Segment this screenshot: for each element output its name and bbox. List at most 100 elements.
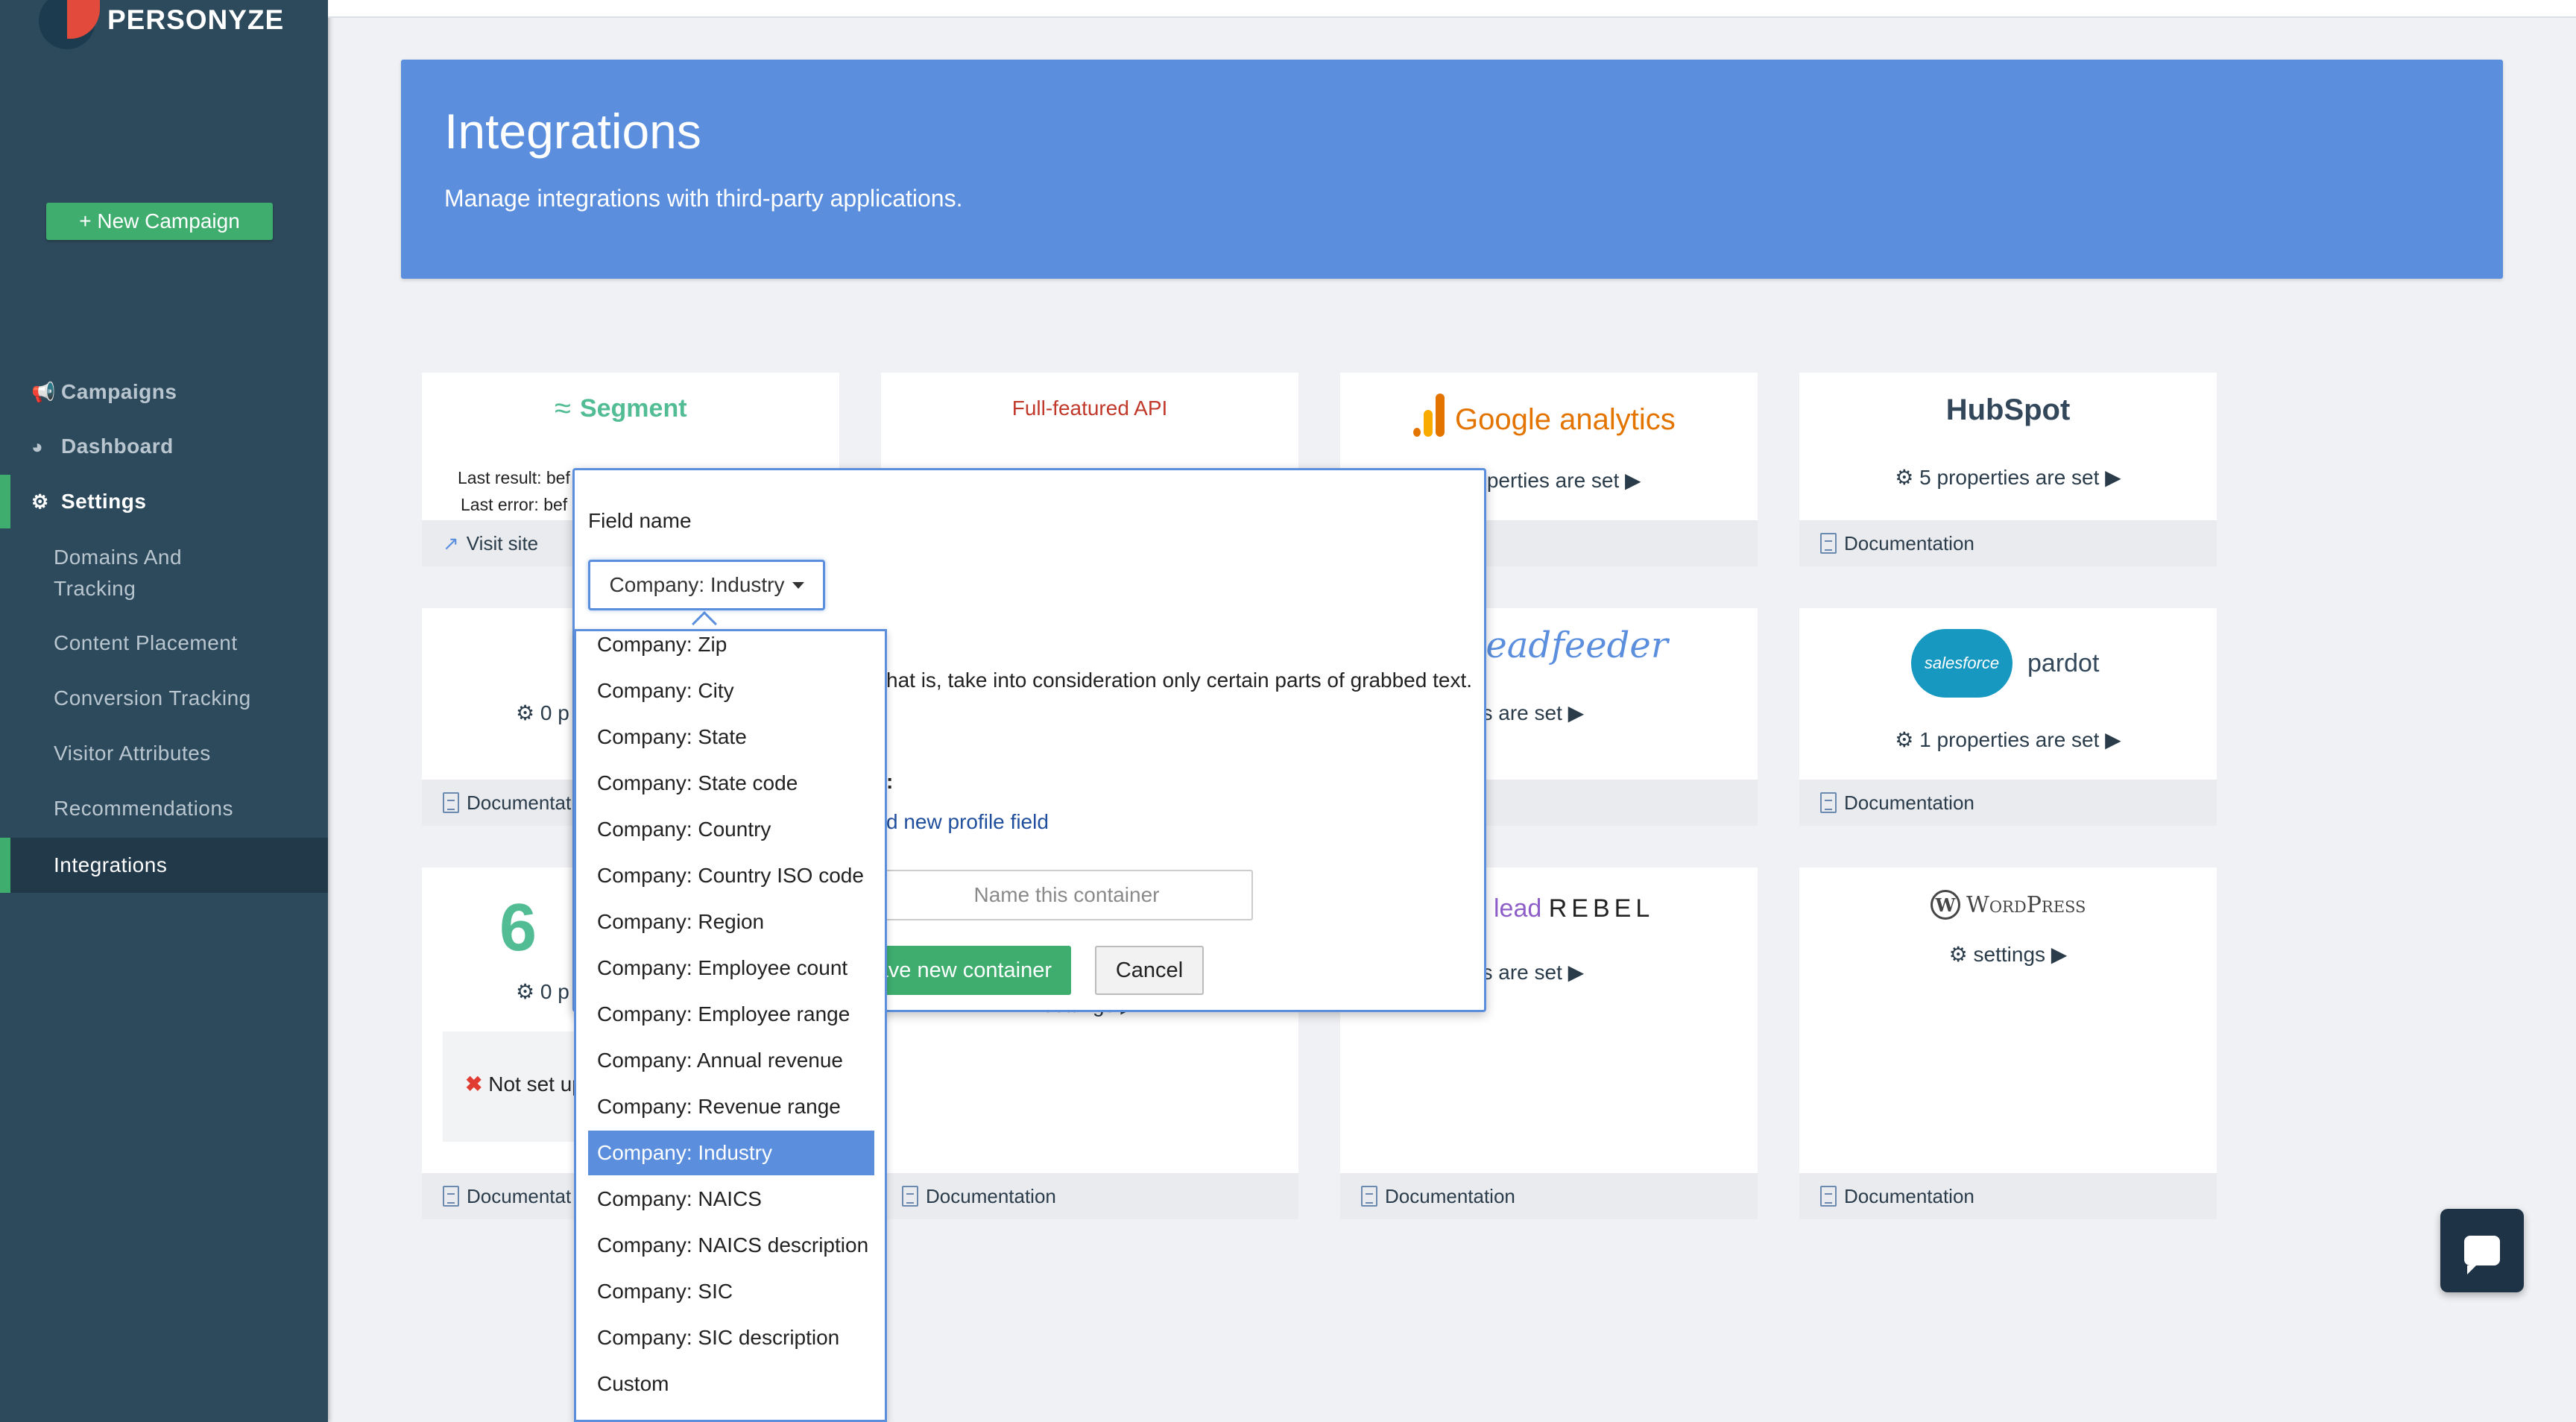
sidebar-sub-label: Integrations: [54, 853, 168, 876]
dropdown-option[interactable]: Company: Annual revenue: [588, 1038, 874, 1083]
documentation-link[interactable]: Documentat: [467, 791, 571, 815]
pardot-footer: Documentation: [1799, 780, 2217, 826]
sidebar-sub-visitor-attributes[interactable]: Visitor Attributes: [54, 738, 211, 769]
dropdown-option-selected[interactable]: Company: Industry: [588, 1131, 874, 1175]
gears-icon: ⚙: [516, 980, 540, 1003]
dropdown-selected-value: Company: Industry: [609, 573, 785, 596]
row3-left-status: ✖ Not set up: [465, 1072, 584, 1096]
sidebar-item-campaigns[interactable]: 📢 Campaigns: [0, 365, 328, 419]
dropdown-option[interactable]: Company: Zip: [588, 631, 874, 667]
hubspot-properties-text: 5 properties are set ▶: [1919, 466, 2121, 489]
dropdown-option[interactable]: Company: Country: [588, 807, 874, 852]
status-text: Not set up: [488, 1072, 584, 1096]
pardot-properties-text: 1 properties are set ▶: [1919, 728, 2121, 751]
pardot-logo: salesforce pardot: [1911, 629, 2099, 698]
top-bar: [328, 0, 2576, 18]
dropdown-option[interactable]: Company: Revenue range: [588, 1084, 874, 1129]
chat-bubble-icon: [2464, 1236, 2500, 1274]
dashboard-icon: ◕: [31, 434, 44, 458]
dropdown-option[interactable]: Company: Country ISO code: [588, 853, 874, 898]
leadrebel-logo: lead REBEL: [1494, 894, 1654, 923]
sidebar-item-settings[interactable]: ⚙ Settings: [0, 475, 328, 528]
gears-icon: ⚙: [1895, 728, 1920, 751]
dropdown-option[interactable]: Company: SIC: [588, 1269, 874, 1314]
dropdown-option[interactable]: Company: Region: [588, 900, 874, 944]
api-title: Full-featured API: [1011, 396, 1168, 420]
analytics-bars-icon: [1413, 394, 1445, 437]
documentation-link[interactable]: Documentation: [1385, 1185, 1515, 1208]
dropdown-option[interactable]: Company: Employee count: [588, 946, 874, 990]
documentation-link[interactable]: Documentation: [1844, 791, 1974, 815]
hubspot-properties-link[interactable]: ⚙ 5 properties are set ▶: [1799, 465, 2217, 490]
page-header: Integrations Manage integrations with th…: [401, 60, 2503, 279]
wordpress-name: WordPress: [1966, 891, 2086, 918]
wordpress-footer: Documentation: [1799, 1173, 2217, 1219]
save-container-button[interactable]: ave new container: [873, 946, 1071, 995]
sidebar-sub-content-placement[interactable]: Content Placement: [54, 628, 238, 659]
segment-last-error: Last error: bef: [461, 495, 568, 514]
personyze-logo-icon[interactable]: [39, 0, 104, 52]
add-profile-field-link[interactable]: d new profile field: [886, 810, 1049, 834]
document-icon: [902, 1186, 918, 1207]
dropdown-option[interactable]: Company: City: [588, 669, 874, 713]
row3-left-props-text: 0 p: [540, 980, 569, 1003]
row3-left-logo-icon: 6: [499, 891, 537, 965]
dropdown-option[interactable]: Company: SIC description: [588, 1315, 874, 1360]
dropdown-option[interactable]: Company: NAICS: [588, 1177, 874, 1222]
field-name-dropdown[interactable]: Company: Industry: [588, 560, 825, 610]
row3-left-properties[interactable]: ⚙ 0 p: [516, 979, 569, 1004]
card-hubspot: HubSpot ⚙ 5 properties are set ▶ Documen…: [1799, 373, 2217, 566]
gears-icon: ⚙: [1895, 466, 1920, 489]
wordpress-logo: W WordPress: [1931, 890, 2086, 920]
sidebar-item-dashboard[interactable]: ◕ Dashboard: [0, 420, 328, 473]
sidebar-sub-integrations[interactable]: Integrations: [0, 838, 328, 893]
field-colon: :: [886, 770, 894, 793]
chat-button[interactable]: [2440, 1209, 2524, 1292]
leadrebel-footer: Documentation: [1340, 1173, 1758, 1219]
sidebar: PERSONYZE + New Campaign 📢 Campaigns ◕ D…: [0, 0, 328, 1422]
page-title: Integrations: [444, 104, 701, 159]
pardot-properties-link[interactable]: ⚙ 1 properties are set ▶: [1799, 727, 2217, 752]
dropdown-option[interactable]: Company: NAICS description: [588, 1223, 874, 1268]
dropdown-option[interactable]: Company: State: [588, 715, 874, 759]
hubspot-name: HubSpot: [1945, 394, 2071, 426]
documentation-link[interactable]: Documentat: [467, 1185, 571, 1208]
help-text: hat is, take into consideration only cer…: [886, 669, 1473, 692]
dropdown-option[interactable]: Company: State code: [588, 761, 874, 806]
pardot-name: pardot: [2027, 648, 2100, 677]
sidebar-sub-domains-tracking[interactable]: Domains And Tracking: [54, 542, 233, 604]
documentation-link[interactable]: Documentation: [1844, 1185, 1974, 1208]
row2-left-properties[interactable]: ⚙ 0 p: [516, 701, 569, 725]
dropdown-option[interactable]: Company: Employee range: [588, 992, 874, 1037]
gears-icon: ⚙: [31, 490, 49, 513]
field-name-options[interactable]: Company: Zip Company: City Company: Stat…: [574, 629, 887, 1422]
external-link-icon: ↗: [443, 531, 459, 554]
wordpress-settings-link[interactable]: ⚙ settings ▶: [1799, 942, 2217, 967]
wordpress-settings-text: settings ▶: [1973, 943, 2068, 966]
megaphone-icon: 📢: [31, 380, 56, 403]
document-icon: [443, 792, 459, 813]
google-analytics-logo: Google analytics: [1413, 394, 1676, 437]
x-icon: ✖: [465, 1072, 489, 1096]
segment-last-result: Last result: bef: [458, 468, 570, 487]
container-name-input[interactable]: [880, 870, 1253, 920]
cancel-button[interactable]: Cancel: [1095, 946, 1204, 995]
gears-icon: ⚙: [516, 701, 540, 724]
document-icon: [443, 1186, 459, 1207]
row3-api-footer: Documentation: [881, 1173, 1298, 1219]
new-campaign-button[interactable]: + New Campaign: [46, 203, 273, 240]
sidebar-sub-conversion-tracking[interactable]: Conversion Tracking: [54, 683, 251, 714]
segment-name: Segment: [579, 394, 687, 423]
documentation-link[interactable]: Documentation: [926, 1185, 1056, 1208]
leadrebel-rebel: REBEL: [1548, 894, 1655, 923]
brand-name[interactable]: PERSONYZE: [107, 4, 284, 36]
sidebar-sub-recommendations[interactable]: Recommendations: [54, 793, 233, 824]
documentation-link[interactable]: Documentation: [1844, 532, 1974, 555]
caret-down-icon: [792, 581, 804, 589]
sidebar-item-label: Campaigns: [61, 380, 177, 403]
sidebar-item-label: Settings: [61, 490, 147, 513]
google-analytics-name: Google analytics: [1455, 403, 1676, 436]
visit-site-link[interactable]: Visit site: [467, 532, 538, 555]
segment-logo: ≈ Segment: [555, 392, 687, 426]
dropdown-option[interactable]: Custom: [588, 1362, 874, 1406]
